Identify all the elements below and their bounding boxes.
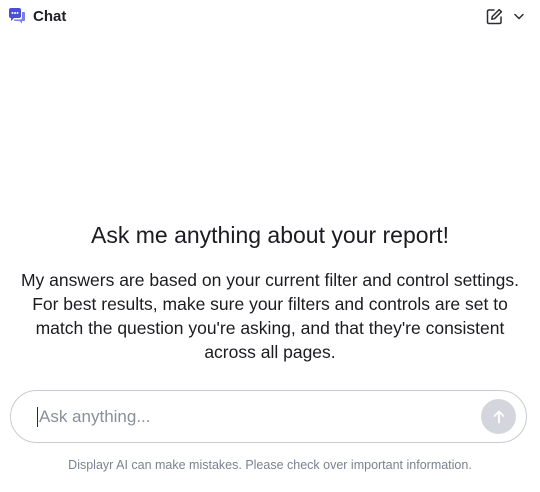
chevron-down-icon [514, 13, 524, 19]
chat-bubbles-icon [8, 7, 26, 25]
chat-menu-button[interactable] [512, 6, 526, 26]
header-actions [484, 6, 532, 26]
chat-panel: Chat Ask me anything about your report! … [0, 0, 540, 492]
arrow-up-icon [493, 410, 504, 423]
edit-icon [486, 8, 502, 24]
send-button[interactable] [481, 399, 516, 434]
text-caret [37, 406, 38, 427]
chat-input[interactable] [39, 401, 481, 432]
new-chat-button[interactable] [484, 6, 504, 26]
welcome-message: Ask me anything about your report! My an… [0, 220, 540, 364]
chat-title: Chat [33, 7, 67, 25]
chat-input-box[interactable] [10, 390, 527, 443]
ai-disclaimer: Displayr AI can make mistakes. Please ch… [68, 458, 472, 472]
chat-header: Chat [0, 0, 540, 32]
welcome-body: My answers are based on your current fil… [20, 270, 519, 362]
welcome-title: Ask me anything about your report! [91, 222, 449, 248]
